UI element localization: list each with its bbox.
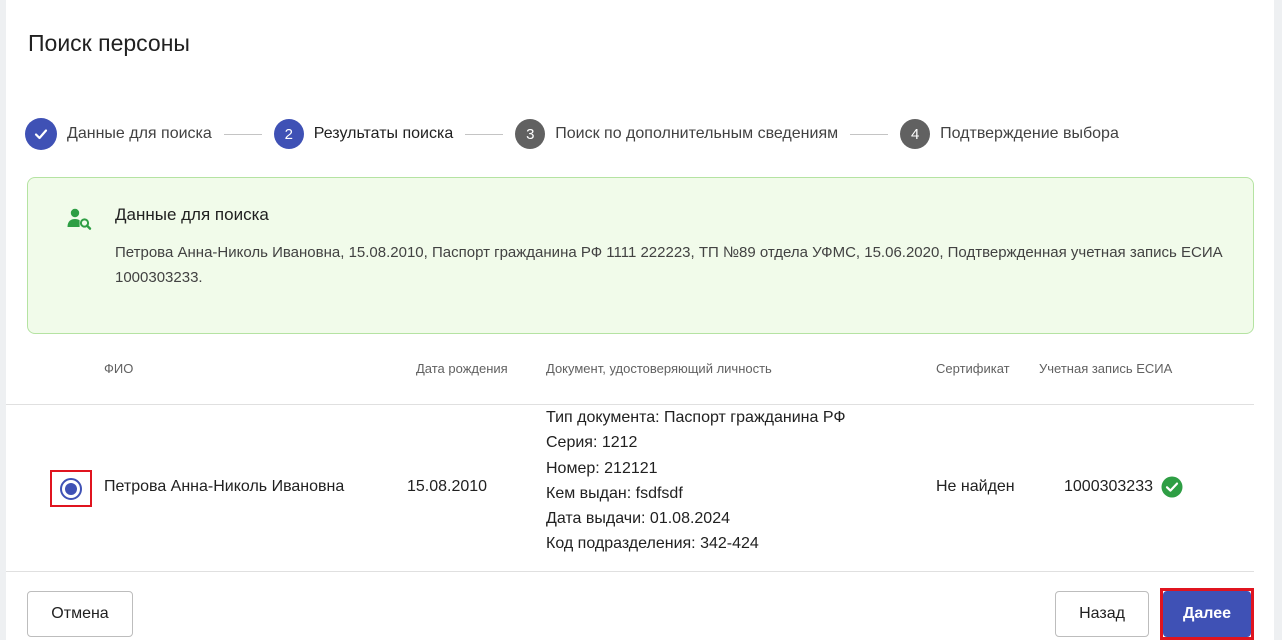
person-search-icon [67,208,92,230]
step-search-data[interactable]: Данные для поиска [25,118,212,150]
esia-id: 1000303233 [1064,478,1153,495]
search-data-panel: Данные для поиска Петрова Анна-Николь Ив… [27,177,1254,334]
document-type: Тип документа: Паспорт гражданина РФ [546,409,846,426]
person-search-dialog: Поиск персоны Данные для поиска 2 Резуль… [6,0,1274,640]
column-header-birth-date[interactable]: Дата рождения [416,361,508,376]
document-division-code: Код подразделения: 342-424 [546,535,759,553]
step-connector [850,133,889,135]
cell-document: Тип документа: Паспорт гражданина РФ Сер… [546,405,845,557]
step-additional-search[interactable]: 3 Поиск по дополнительным сведениям [515,119,838,149]
step-search-results[interactable]: 2 Результаты поиска [273,119,454,149]
back-button[interactable]: Назад [1055,591,1149,637]
column-header-esia[interactable]: Учетная запись ЕСИА [1039,361,1172,376]
stepper: Данные для поиска 2 Результаты поиска 3 … [25,118,1119,150]
cell-esia: 1000303233 [1064,476,1183,498]
search-data-title: Данные для поиска [115,205,269,224]
step-number: 4 [900,119,931,149]
document-issue-date: Дата выдачи: 01.08.2024 [546,510,730,528]
radio-dot [65,482,77,495]
check-icon [25,118,57,150]
step-connector [465,133,504,135]
step-confirmation[interactable]: 4 Подтверждение выбора [900,119,1119,149]
column-header-certificate[interactable]: Сертификат [936,361,1010,376]
step-label: Данные для поиска [67,125,212,142]
table-bottom-divider [6,571,1254,572]
document-issuer: Кем выдан: fsdfsdf [546,484,683,502]
step-label: Поиск по дополнительным сведениям [555,125,839,142]
cell-fio: Петрова Анна-Николь Ивановна [104,478,345,495]
column-header-document[interactable]: Документ, удостоверяющий личность [546,361,772,376]
step-number: 3 [515,119,546,149]
dialog-title: Поиск персоны [28,30,190,56]
cell-certificate: Не найден [936,478,1015,495]
step-label: Результаты поиска [313,125,454,142]
cell-birth-date: 15.08.2010 [407,478,488,495]
search-data-text: Петрова Анна-Николь Ивановна, 15.08.2010… [115,244,1223,286]
step-label: Подтверждение выбора [940,125,1119,142]
check-circle-icon [1161,476,1183,498]
cancel-button[interactable]: Отмена [27,591,133,637]
next-button[interactable]: Далее [1163,591,1251,637]
document-series: Серия: 1212 [546,434,638,452]
step-connector [223,133,262,135]
row-select-radio[interactable] [60,477,82,500]
row-select-highlight [50,470,92,507]
column-header-fio[interactable]: ФИО [104,361,133,376]
step-number: 2 [273,119,304,149]
document-number: Номер: 212121 [546,459,658,477]
